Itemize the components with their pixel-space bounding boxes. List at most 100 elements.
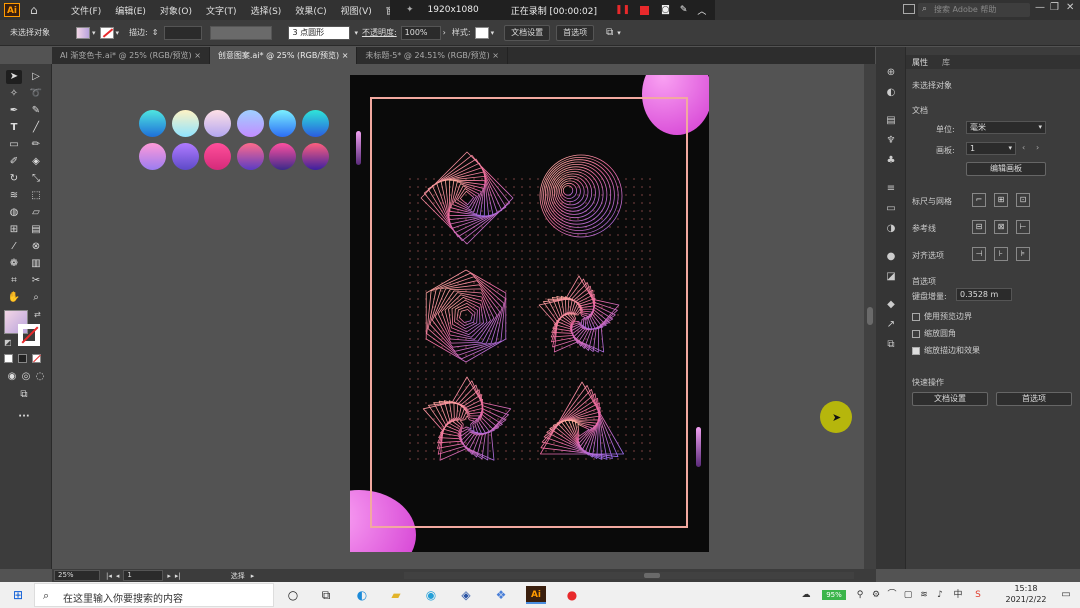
lock-guides-icon[interactable]: ⊠	[994, 220, 1008, 234]
screen-mode-icon[interactable]: ⧉	[16, 388, 32, 402]
first-artboard-icon[interactable]: |◂	[106, 572, 112, 580]
stroke-width-dropdown[interactable]	[164, 25, 203, 40]
chevron-down-icon[interactable]: ▾	[116, 29, 120, 37]
gradient-swatch[interactable]	[269, 110, 296, 137]
minimize-icon[interactable]: —	[1035, 2, 1045, 13]
selection-tool-icon[interactable]: ➤	[6, 70, 22, 84]
help-search-input[interactable]: 搜索 Adobe 帮助	[918, 3, 1030, 17]
tab-properties[interactable]: 属性	[912, 57, 928, 68]
menu-view[interactable]: 视图(V)	[334, 4, 379, 17]
gradient-swatch[interactable]	[301, 143, 329, 170]
stroke-color-swatch[interactable]	[18, 324, 40, 346]
artboard-tool-icon[interactable]: ⌗	[6, 274, 22, 288]
symbol-sprayer-tool-icon[interactable]: ❁	[6, 257, 22, 271]
clock-time[interactable]: 15:18	[1006, 584, 1046, 593]
menu-file[interactable]: 文件(F)	[64, 4, 108, 17]
app-icon-3[interactable]: ❖	[493, 587, 509, 603]
fill-swatch[interactable]	[76, 26, 90, 39]
symbols-panel-icon[interactable]: ♣	[884, 155, 898, 167]
stroke-stepper-icon[interactable]: ⇕	[152, 28, 159, 37]
stop-icon[interactable]	[640, 5, 650, 15]
gradient-swatch[interactable]	[204, 143, 231, 170]
rectangle-tool-icon[interactable]: ▭	[6, 138, 22, 152]
task-view-icon[interactable]: ⧉	[318, 587, 334, 603]
close-icon[interactable]: ×	[492, 51, 499, 60]
menu-select[interactable]: 选择(S)	[244, 4, 289, 17]
magic-wand-tool-icon[interactable]: ✧	[6, 87, 22, 101]
gradient-tool-icon[interactable]: ▤	[28, 223, 44, 237]
edge-icon[interactable]: ◐	[354, 587, 370, 603]
recorder-taskbar-icon[interactable]: ●	[564, 587, 580, 603]
gradient-swatch[interactable]	[139, 110, 166, 137]
next-artboard-icon[interactable]: ▸	[167, 572, 171, 580]
shaper-tool-icon[interactable]: ✐	[6, 155, 22, 169]
gradient-panel-icon[interactable]: ▭	[884, 203, 898, 215]
tab-gradient-cards[interactable]: AI 渐变色卡.ai* @ 25% (RGB/预览) ×	[52, 47, 210, 64]
blend-tool-icon[interactable]: ⊗	[28, 240, 44, 254]
gradient-swatch[interactable]	[269, 143, 296, 170]
shape-builder-tool-icon[interactable]: ◍	[6, 206, 22, 220]
camera-icon[interactable]: ◙	[661, 5, 670, 15]
zoom-tool-icon[interactable]: ⌕	[28, 291, 44, 305]
gradient-mode-icon[interactable]	[18, 354, 27, 363]
arrange-documents-icon[interactable]: ⧉	[606, 27, 613, 38]
variable-width-profile[interactable]	[210, 25, 273, 40]
gradient-swatch[interactable]	[204, 110, 231, 137]
stroke-panel-icon[interactable]: ≡	[884, 183, 898, 195]
checkbox-box-checked[interactable]	[912, 346, 920, 355]
chevron-down-icon[interactable]: ▾	[491, 29, 495, 37]
stroke-swatch[interactable]	[99, 26, 114, 39]
scale-tool-icon[interactable]: ⤡	[28, 172, 44, 186]
quick-document-setup-button[interactable]: 文档设置	[912, 392, 988, 406]
type-tool-icon[interactable]: T	[6, 121, 22, 135]
next-artboard-icon[interactable]: ›	[1036, 143, 1039, 152]
menu-type[interactable]: 文字(T)	[199, 4, 244, 17]
perspective-grid-tool-icon[interactable]: ▱	[28, 206, 44, 220]
menu-object[interactable]: 对象(O)	[153, 4, 199, 17]
hand-tool-icon[interactable]: ✋	[6, 291, 22, 305]
windows-start-icon[interactable]: ⊞	[10, 587, 26, 603]
app-icon-1[interactable]: ◉	[423, 587, 439, 603]
color-guide-panel-icon[interactable]: ◪	[884, 271, 898, 283]
opacity-label[interactable]: 不透明度:	[362, 27, 397, 38]
opacity-input[interactable]: 100%	[400, 25, 441, 40]
show-guides-icon[interactable]: ⊟	[972, 220, 986, 234]
asset-export-panel-icon[interactable]: ↗	[884, 319, 898, 331]
tray-icon-3[interactable]: ⌒	[884, 587, 900, 603]
artboard[interactable]	[350, 75, 709, 552]
color-panel-icon[interactable]: ●	[884, 251, 898, 263]
chevron-down-icon[interactable]: ▾	[354, 29, 358, 37]
artboard-navigator[interactable]: 1	[123, 570, 164, 581]
close-icon[interactable]: ×	[342, 51, 349, 60]
pen-tool-icon[interactable]: ✒	[6, 104, 22, 118]
illustrator-taskbar-icon[interactable]: Ai	[526, 586, 546, 604]
prev-artboard-icon[interactable]: ◂	[116, 572, 120, 580]
tray-icon-1[interactable]: ⚲	[852, 587, 868, 603]
close-icon[interactable]: ×	[194, 51, 201, 60]
pause-icon[interactable]: ❚❚	[615, 5, 630, 15]
gradient-swatch[interactable]	[171, 143, 199, 170]
gradient-swatch[interactable]	[171, 110, 199, 137]
taskbar-search-box[interactable]: ⌕ 在这里输入你要搜索的内容	[34, 583, 274, 607]
network-icon[interactable]: ☁	[798, 587, 814, 603]
line-tool-icon[interactable]: ╱	[28, 121, 44, 135]
artboards-panel-icon[interactable]: ⧉	[884, 339, 898, 351]
brushes-panel-icon[interactable]: ♆	[884, 135, 898, 147]
horizontal-scrollbar[interactable]	[404, 572, 854, 579]
use-preview-bounds-checkbox[interactable]: 使用预览边界	[912, 311, 972, 322]
curvature-tool-icon[interactable]: ✎	[28, 104, 44, 118]
status-menu-icon[interactable]: ▸	[251, 572, 255, 580]
document-setup-button[interactable]: 文档设置	[504, 24, 551, 41]
default-colors-icon[interactable]: ◩	[4, 338, 12, 347]
prev-artboard-icon[interactable]: ‹	[1022, 143, 1025, 152]
eraser-tool-icon[interactable]: ◈	[28, 155, 44, 169]
scrollbar-thumb[interactable]	[644, 573, 660, 578]
zoom-dropdown[interactable]: 25%	[54, 570, 100, 581]
layers-panel-icon[interactable]: ◆	[884, 299, 898, 311]
collapse-icon[interactable]: ︿	[697, 4, 706, 17]
close-icon[interactable]: ✕	[1066, 2, 1074, 13]
workspace-icon[interactable]	[903, 4, 915, 14]
libraries-panel-icon[interactable]: ▤	[884, 115, 898, 127]
scale-corners-checkbox[interactable]: 缩放圆角	[912, 328, 956, 339]
maximize-icon[interactable]: ❐	[1050, 2, 1059, 13]
